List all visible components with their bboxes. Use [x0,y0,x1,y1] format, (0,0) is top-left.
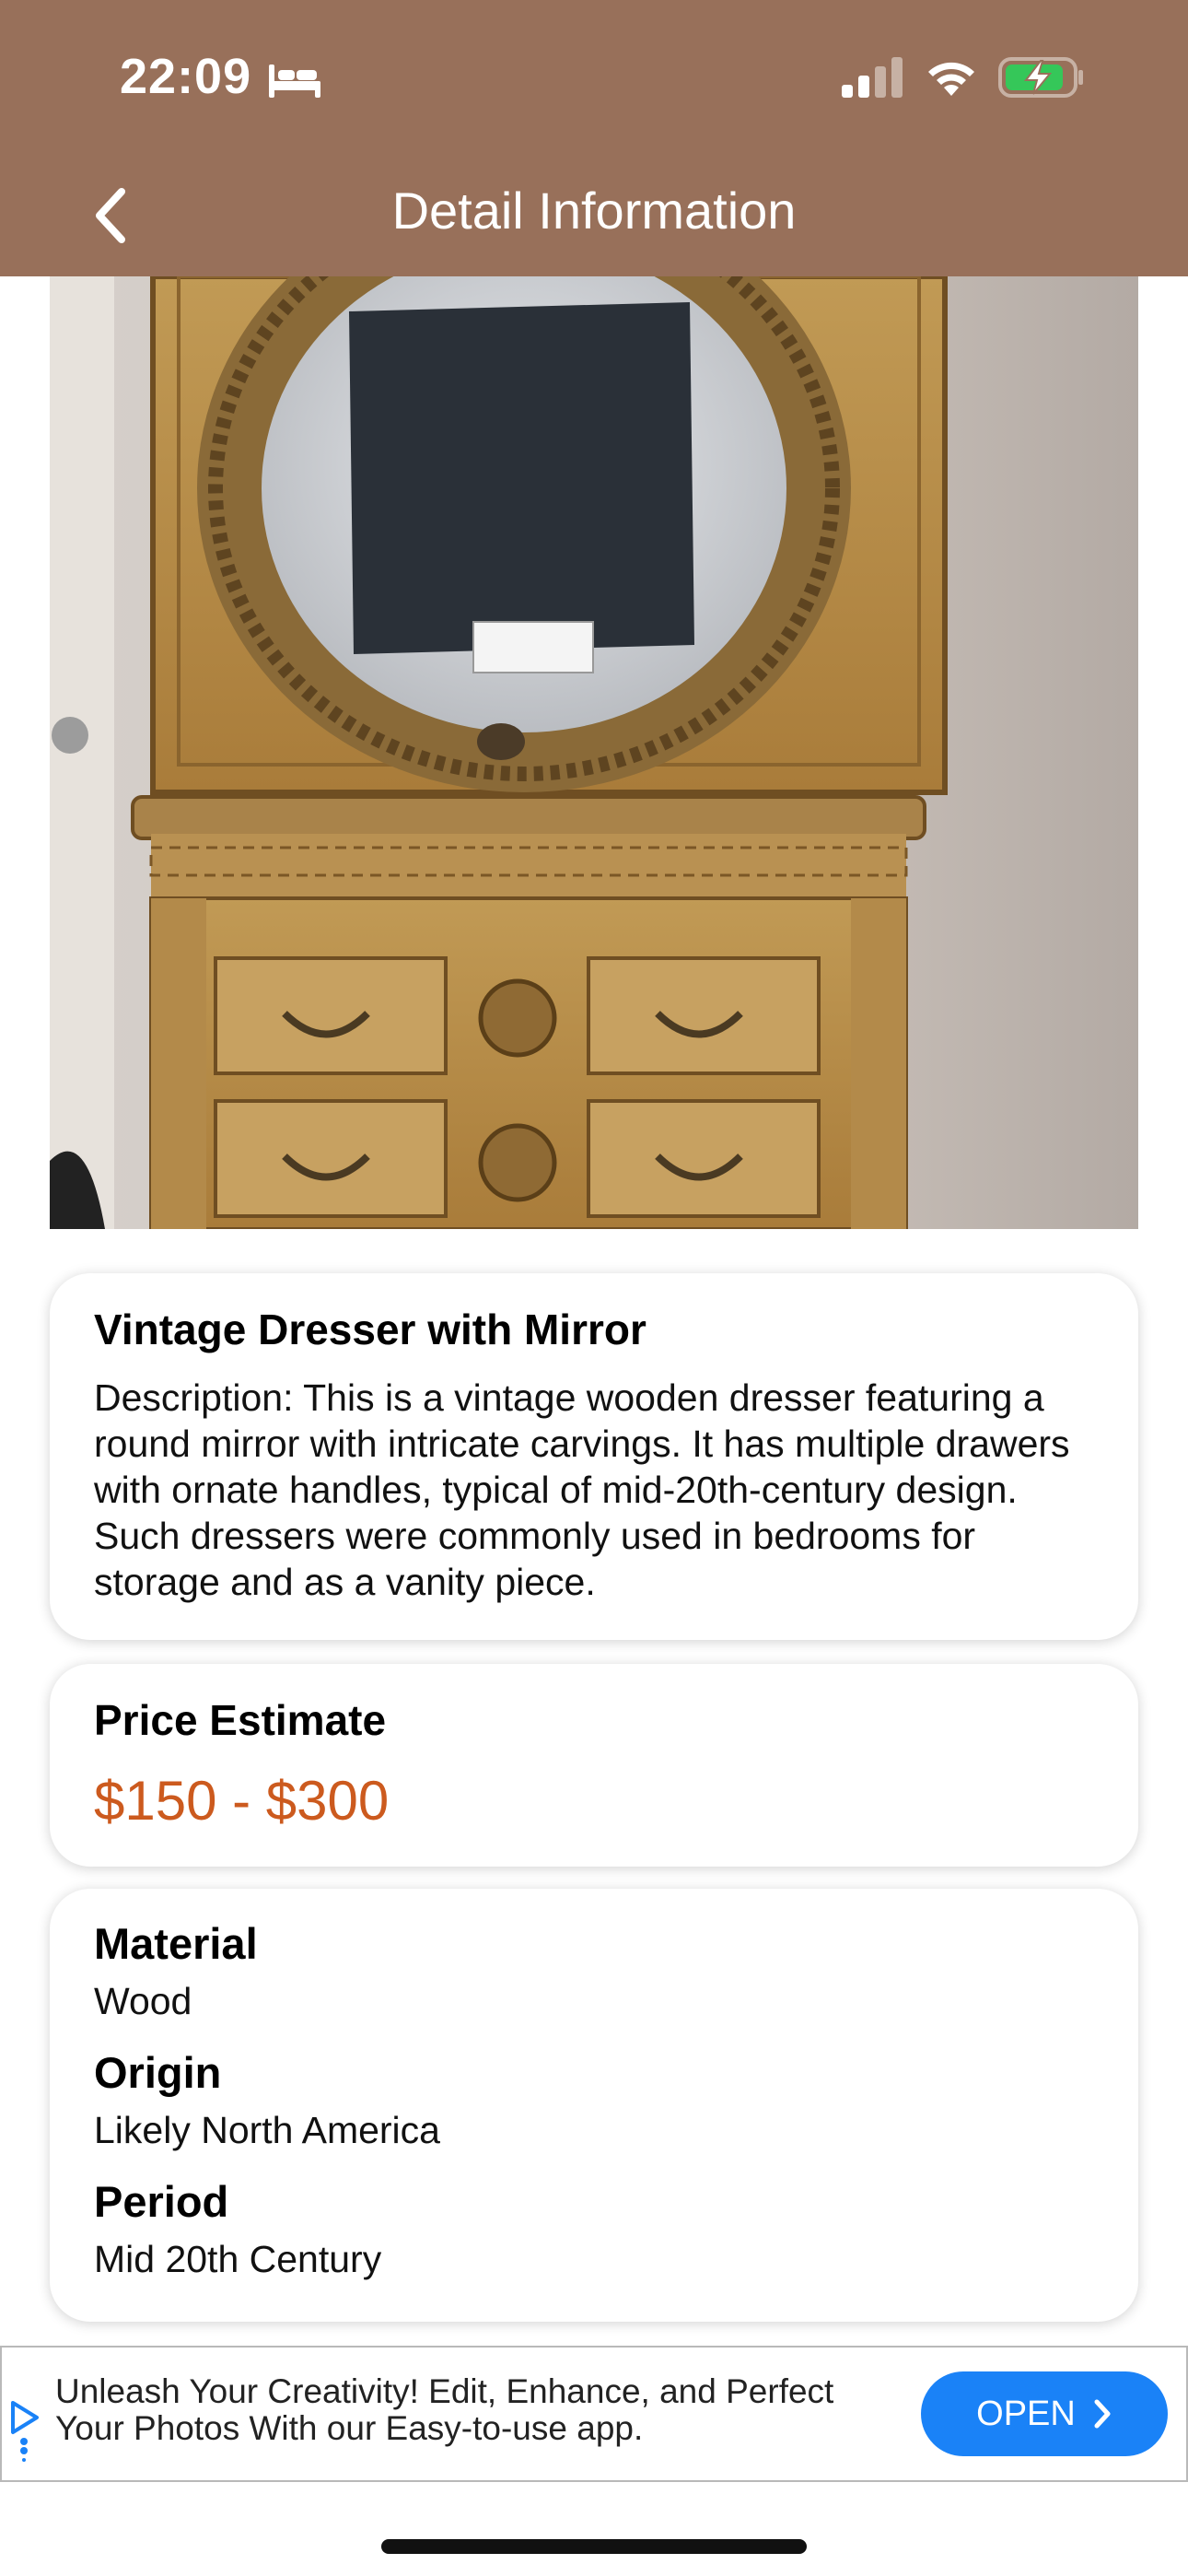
ad-open-button[interactable]: OPEN [921,2371,1168,2456]
description-card: Vintage Dresser with Mirror Description:… [50,1273,1138,1640]
ad-text: Unleash Your Creativity! Edit, Enhance, … [55,2372,834,2447]
page-title: Detail Information [391,181,797,240]
period-label: Period [94,2177,229,2226]
status-time: 22:09 [120,49,252,104]
ad-open-label: OPEN [976,2394,1076,2433]
wifi-icon [928,62,974,96]
home-indicator[interactable] [381,2539,807,2554]
period-value: Mid 20th Century [94,2238,382,2280]
signal-icon [842,57,903,98]
battery-charging-icon [998,57,1083,98]
chevron-right-icon [1094,2399,1111,2429]
material-value: Wood [94,1980,192,2022]
item-name: Vintage Dresser with Mirror [94,1306,646,1353]
item-description: Description: This is a vintage wooden dr… [94,1376,1070,1603]
price-card: Price Estimate $150 - $300 [50,1664,1138,1867]
origin-label: Origin [94,2048,222,2097]
item-photo [50,276,1138,1229]
price-value: $150 - $300 [94,1770,390,1832]
origin-value: Likely North America [94,2109,440,2151]
adchoices-icon[interactable] [7,2397,41,2462]
material-label: Material [94,1919,258,1968]
bed-icon [269,64,320,98]
details-card: Material Wood Origin Likely North Americ… [50,1889,1138,2322]
price-label: Price Estimate [94,1696,387,1744]
